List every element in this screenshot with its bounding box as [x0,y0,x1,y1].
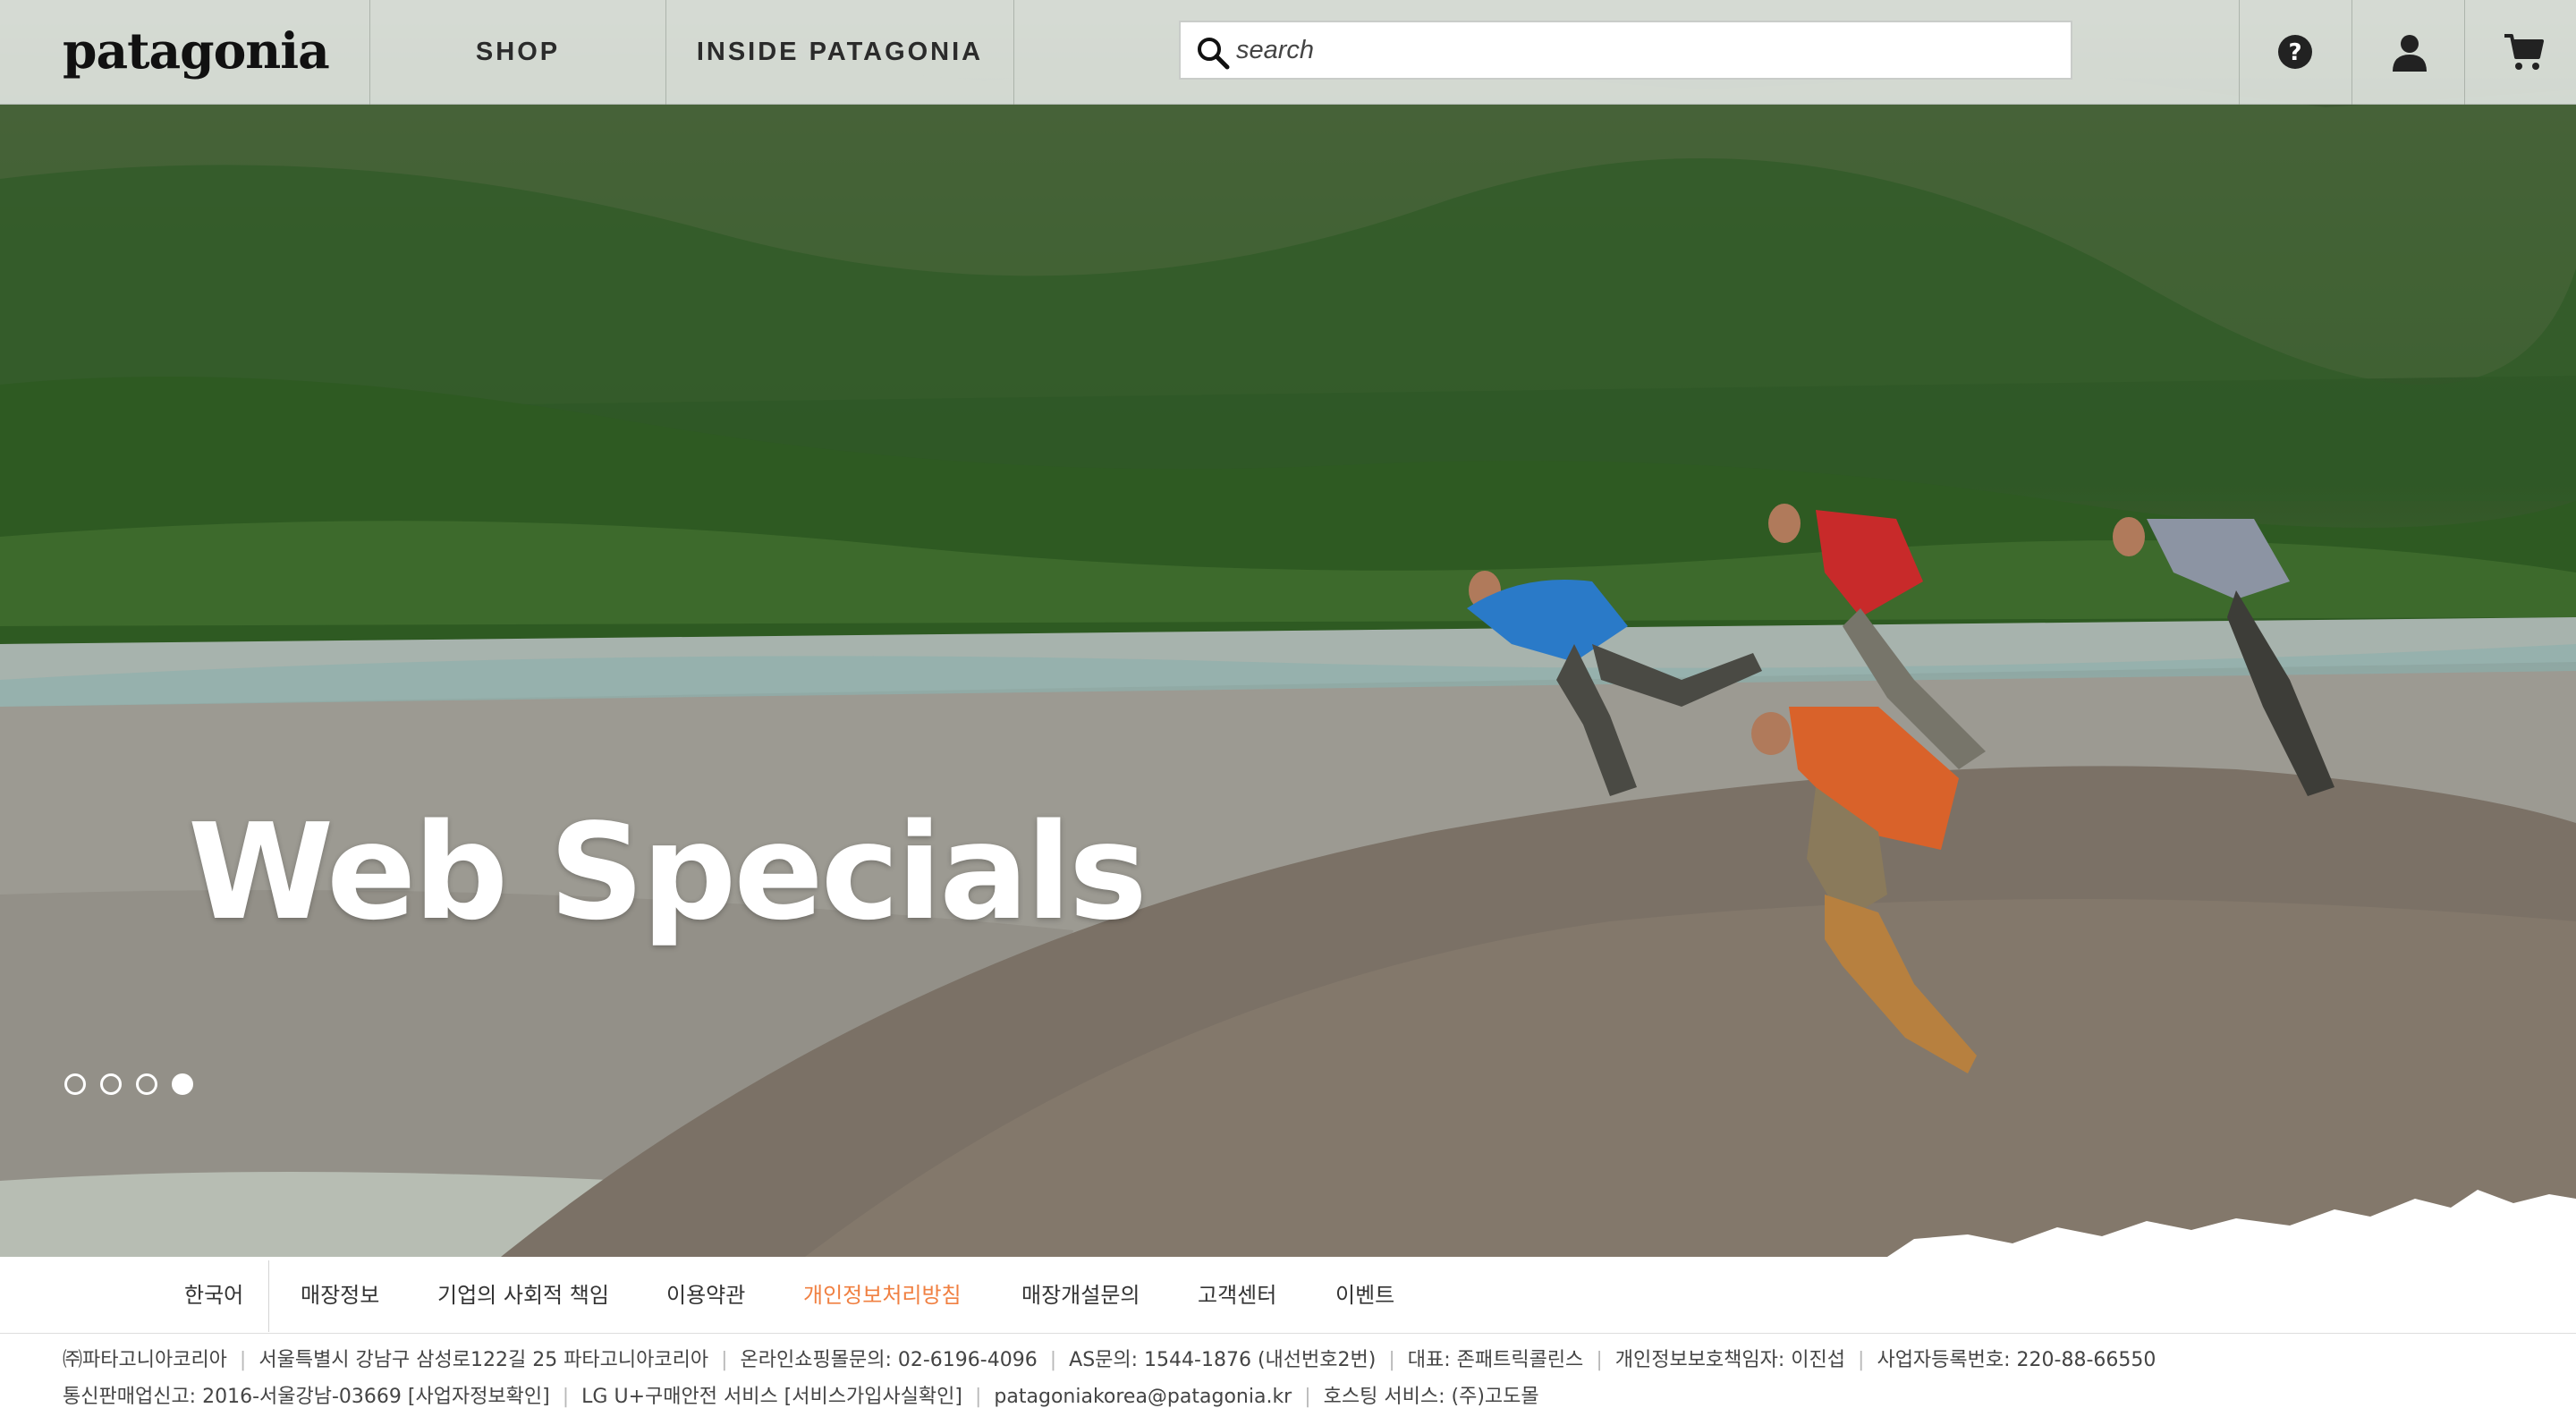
footer-link-privacy-policy[interactable]: 개인정보처리방침 [803,1257,962,1334]
footer-link-language[interactable]: 한국어 [184,1257,243,1334]
nav-divider [1013,0,1014,105]
top-navigation-bar: patagonia SHOP INSIDE PATAGONIA ? [0,0,2576,105]
help-icon: ? [2278,35,2312,69]
company-name: ㈜파타고니아코리아 [63,1349,227,1371]
carousel-dot-active[interactable] [172,1073,193,1095]
footer-link-store-info[interactable]: 매장정보 [301,1257,379,1334]
as-phone: AS문의: 1544-1876 (내선번호2번) [1069,1349,1377,1371]
business-registration-number: 사업자등록번호: 220-88-66550 [1877,1349,2157,1371]
mail-order-registration[interactable]: 통신판매업신고: 2016-서울강남-03669 [사업자정보확인] [63,1382,550,1412]
patagonia-logo[interactable]: patagonia [63,20,330,82]
online-shop-phone: 온라인쇼핑몰문의: 02-6196-4096 [740,1349,1038,1371]
carousel-dot[interactable] [136,1073,157,1095]
search-input[interactable] [1236,22,2041,78]
hero-banner[interactable] [0,0,2576,1257]
footer-link-terms[interactable]: 이용약관 [666,1257,745,1334]
account-button[interactable] [2352,0,2464,105]
hero-title[interactable]: Web Specials [188,801,1148,944]
hero-photo [0,54,2576,1257]
carousel-dot[interactable] [64,1073,86,1095]
corporate-info-line: 통신판매업신고: 2016-서울강남-03669 [사업자정보확인] | LG U+… [63,1382,1539,1412]
help-button[interactable]: ? [2240,0,2351,105]
privacy-officer: 개인정보보호책임자: 이진섭 [1614,1349,1846,1371]
footer-link-events[interactable]: 이벤트 [1335,1257,1394,1334]
search-icon[interactable] [1195,35,1231,71]
company-address: 서울특별시 강남구 삼성로122길 25 파타고니아코리아 [258,1349,709,1371]
svg-text:?: ? [2288,39,2301,66]
footer-navigation: 한국어 매장정보 기업의 사회적 책임 이용약관 개인정보처리방침 매장개설문의… [0,1257,2576,1334]
cart-button[interactable] [2465,0,2576,105]
footer-divider [268,1260,269,1332]
carousel-dot[interactable] [100,1073,122,1095]
hosting-service: 호스팅 서비스: (주)고도몰 [1323,1386,1539,1408]
footer-link-customer-center[interactable]: 고객센터 [1198,1257,1276,1334]
contact-email[interactable]: patagoniakorea@patagonia.kr [994,1382,1292,1412]
ceo-name: 대표: 존패트릭콜린스 [1407,1349,1584,1371]
footer-link-csr[interactable]: 기업의 사회적 책임 [437,1257,609,1334]
corporate-info-line: ㈜파타고니아코리아 | 서울특별시 강남구 삼성로122길 25 파타고니아코리아 |… [63,1345,2156,1376]
account-icon [2393,35,2427,72]
search-box [1179,21,2072,80]
escrow-service[interactable]: LG U+구매안전 서비스 [서비스가입사실확인] [581,1382,962,1412]
footer-link-store-opening[interactable]: 매장개설문의 [1021,1257,1140,1334]
cart-icon [2504,34,2544,70]
nav-inside-patagonia[interactable]: INSIDE PATAGONIA [666,0,1013,105]
nav-shop[interactable]: SHOP [370,0,665,105]
